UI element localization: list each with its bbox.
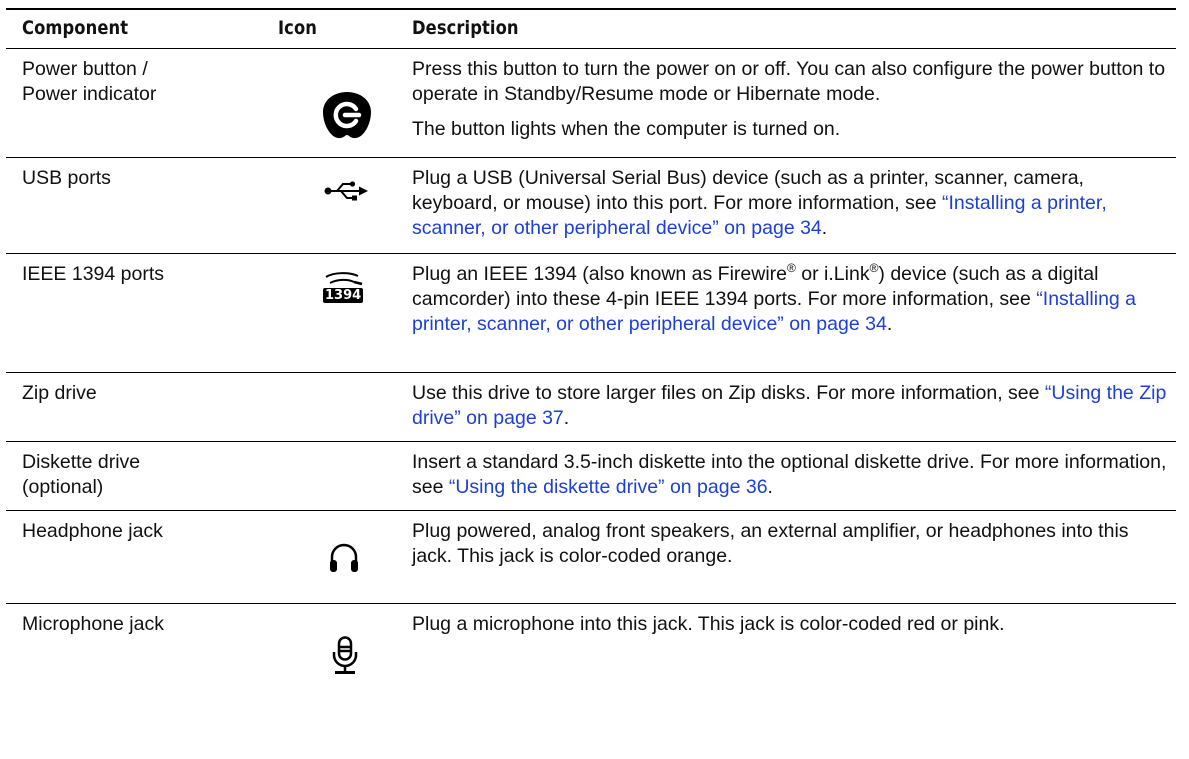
- component-name: IEEE 1394 ports: [22, 263, 165, 285]
- table-row: Power button / Power indicator Press thi…: [6, 57, 1176, 156]
- table-row: Diskette drive (optional) Insert a stand…: [6, 450, 1176, 502]
- component-name: Microphone jack: [22, 613, 164, 635]
- header-rule: [6, 48, 1176, 49]
- description: Insert a standard 3.5-inch diskette into…: [412, 451, 1167, 498]
- microphone-icon: [332, 636, 358, 674]
- row-rule: [6, 157, 1176, 158]
- component-name: Power button / Power indicator: [22, 58, 157, 105]
- firewire-1394-icon: [325, 272, 363, 286]
- headphone-icon: [330, 543, 358, 572]
- table-row: Zip drive Use this drive to store larger…: [6, 381, 1176, 433]
- page-link[interactable]: “Using the diskette drive” on page 36: [449, 476, 768, 498]
- firewire-badge: 1394: [323, 288, 364, 303]
- table-row: USB ports Plug a USB (Universal Serial B…: [6, 166, 1176, 244]
- row-rule: [6, 441, 1176, 442]
- description: Use this drive to store larger files on …: [412, 382, 1167, 429]
- row-rule: [6, 603, 1176, 604]
- component-name: Headphone jack: [22, 520, 163, 542]
- row-rule: [6, 510, 1176, 511]
- component-name: USB ports: [22, 167, 111, 189]
- header-icon: Icon: [278, 17, 317, 39]
- table-row: Microphone jack Plug a microphone into t…: [6, 612, 1176, 722]
- table-row: IEEE 1394 ports 1394 Plug an IEEE 1394 (…: [6, 262, 1176, 363]
- table-top-rule: [6, 8, 1176, 10]
- component-name: Zip drive: [22, 382, 97, 404]
- header-description: Description: [412, 17, 519, 39]
- usb-icon: [324, 181, 368, 201]
- table-row: Headphone jack Plug powered, analog fron…: [6, 519, 1176, 595]
- component-name: Diskette drive (optional): [22, 451, 141, 498]
- row-rule: [6, 253, 1176, 254]
- power-icon: [323, 92, 371, 139]
- description: Press this button to turn the power on o…: [412, 58, 1166, 140]
- description: Plug powered, analog front speakers, an …: [412, 520, 1129, 567]
- description: Plug a microphone into this jack. This j…: [412, 613, 1005, 635]
- header-component: Component: [22, 17, 129, 39]
- row-rule: [6, 372, 1176, 373]
- description: Plug an IEEE 1394 (also known as Firewir…: [412, 261, 1137, 335]
- description: Plug a USB (Universal Serial Bus) device…: [412, 167, 1107, 239]
